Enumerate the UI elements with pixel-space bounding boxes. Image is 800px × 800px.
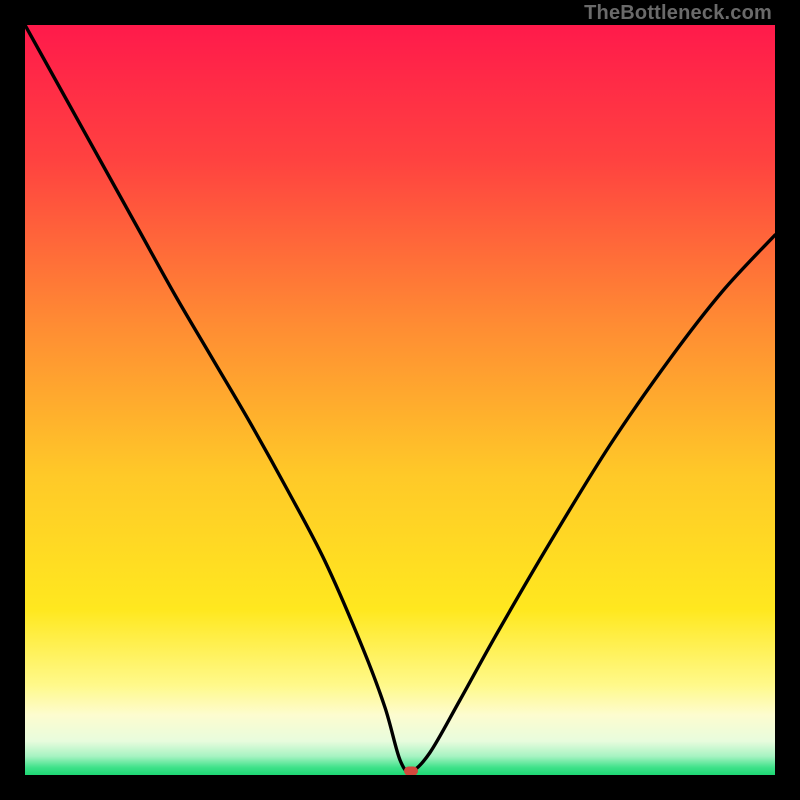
- chart-stage: TheBottleneck.com: [0, 0, 800, 800]
- bottleneck-curve: [25, 25, 775, 775]
- plot-area: [25, 25, 775, 775]
- watermark-text: TheBottleneck.com: [584, 2, 772, 25]
- bottleneck-marker: [404, 767, 418, 775]
